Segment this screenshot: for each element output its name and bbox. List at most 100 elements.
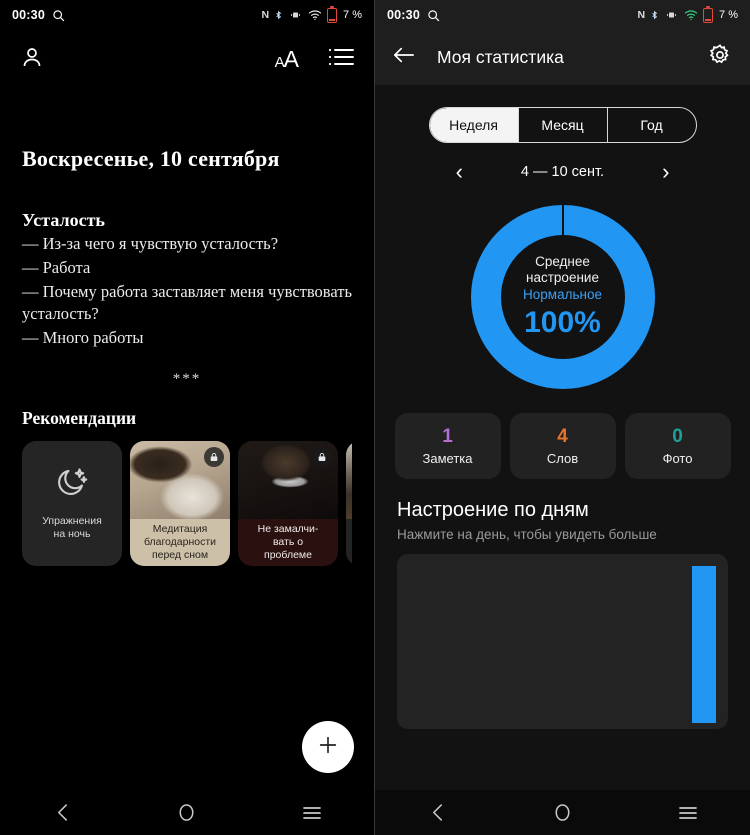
- note-date-title: Воскресенье, 10 сентября: [22, 146, 280, 171]
- stat-card-photos[interactable]: 0 Фото: [624, 413, 731, 479]
- mood-donut-chart[interactable]: Среднее настроение Нормальное 100%: [463, 197, 663, 397]
- battery-low-icon: [703, 5, 714, 23]
- search-icon[interactable]: [52, 9, 65, 22]
- donut-percent-value: 100%: [524, 305, 601, 339]
- moon-sparkle-icon: [55, 465, 89, 504]
- donut-caption-line1: Среднее: [535, 254, 590, 270]
- recommendation-card-exercises[interactable]: Упражнения на ночь: [22, 440, 122, 566]
- recommendation-label-line2: вать о: [272, 535, 304, 548]
- recommendation-label-line2: благодарности: [143, 535, 217, 548]
- chevron-left-icon[interactable]: ‹: [456, 161, 463, 183]
- recommendations-list[interactable]: Упражнения на ночь Медитация благодарнос…: [22, 440, 352, 566]
- note-separator: ***: [172, 370, 202, 387]
- bar-day-10[interactable]: [692, 566, 716, 723]
- recommendation-image-room: [346, 440, 352, 519]
- tab-year[interactable]: Год: [606, 108, 696, 142]
- week-range-label: 4 — 10 сент.: [520, 164, 605, 180]
- bluetooth-icon: [274, 8, 283, 22]
- nav-recents-icon[interactable]: [658, 806, 718, 820]
- right-phone-screen: 00:30 N 7 % Моя статистика Неделя Месяц …: [375, 0, 750, 835]
- tab-week[interactable]: Неделя: [429, 108, 518, 142]
- section-title: Настроение по дням: [397, 499, 589, 521]
- nfc-icon: N: [261, 9, 270, 21]
- note-body-line-1: — Из-за чего я чувствую усталость?: [22, 234, 279, 253]
- stat-label: Слов: [546, 451, 579, 466]
- recommendation-label-line1: Упражнения: [42, 514, 102, 527]
- stats-app-bar: Моя статистика: [375, 30, 750, 85]
- tab-month[interactable]: Месяц: [517, 108, 607, 142]
- status-time: 00:30: [387, 8, 420, 22]
- person-icon[interactable]: [20, 45, 44, 74]
- bluetooth-icon: [650, 8, 659, 22]
- nav-back-icon[interactable]: [32, 803, 92, 822]
- recommendation-label-line3: перед сном: [151, 548, 209, 561]
- recommendation-card-partial[interactable]: Бесп бесо: [346, 440, 352, 566]
- nav-home-icon[interactable]: [157, 803, 217, 822]
- battery-percent: 7 %: [343, 9, 362, 21]
- recommendation-caption: Медитация благодарности перед сном: [130, 518, 230, 566]
- nav-recents-icon[interactable]: [282, 806, 342, 820]
- lock-icon: [204, 446, 224, 467]
- status-bar-right: 00:30 N 7 %: [375, 0, 750, 30]
- stat-label: Фото: [662, 451, 693, 466]
- vibrate-icon: [664, 9, 679, 21]
- nav-back-icon[interactable]: [408, 803, 468, 822]
- stat-label: Заметка: [422, 451, 473, 466]
- left-phone-screen: 00:30 N 7 % A A Воскресенье, 10 сентября…: [0, 0, 375, 835]
- android-nav-bar-right: [375, 790, 750, 835]
- status-time: 00:30: [12, 8, 45, 22]
- recommendation-card-meditation[interactable]: Медитация благодарности перед сном: [130, 440, 230, 566]
- add-entry-fab[interactable]: [302, 721, 354, 773]
- recommendation-label-line1: Медитация: [152, 522, 208, 535]
- left-app-bar: AA: [0, 30, 374, 88]
- recommendation-card-speak-up[interactable]: Не замалчи- вать о проблеме: [238, 440, 338, 566]
- mood-by-days-section: Настроение по дням Нажмите на день, чтоб…: [375, 499, 750, 542]
- note-body-line-2: — Работа: [22, 257, 91, 277]
- battery-low-icon: [327, 5, 338, 23]
- donut-center-text: Среднее настроение Нормальное 100%: [463, 197, 663, 397]
- wifi-icon: [308, 9, 322, 21]
- recommendation-label-line1: Не замалчи-: [257, 522, 319, 535]
- status-bar-left: 00:30 N 7 %: [0, 0, 374, 30]
- recommendation-caption: Не замалчи- вать о проблеме: [238, 518, 338, 566]
- list-menu-icon[interactable]: [328, 47, 354, 72]
- stat-value: 1: [442, 426, 453, 447]
- text-size-icon[interactable]: AA: [274, 45, 299, 73]
- nfc-icon: N: [637, 9, 646, 21]
- week-navigator: ‹ 4 — 10 сент. ›: [418, 161, 708, 183]
- note-content: Воскресенье, 10 сентября Усталость — Из-…: [0, 88, 374, 790]
- nav-home-icon[interactable]: [533, 803, 593, 822]
- stat-card-words[interactable]: 4 Слов: [509, 413, 616, 479]
- text-size-small-a: A: [274, 53, 285, 71]
- lock-icon: [312, 446, 332, 467]
- stat-cards-row: 1 Заметка 4 Слов 0 Фото: [394, 413, 731, 479]
- chevron-right-icon[interactable]: ›: [662, 161, 669, 183]
- donut-caption-line2: настроение: [526, 270, 599, 286]
- gear-icon[interactable]: [708, 43, 732, 72]
- donut-mood-value: Нормальное: [523, 286, 602, 302]
- note-body-line-4: — Много работы: [22, 327, 144, 347]
- stat-card-notes[interactable]: 1 Заметка: [394, 413, 501, 479]
- text-size-large-a: A: [283, 45, 299, 72]
- vibrate-icon: [288, 9, 303, 21]
- note-section-heading: Усталость: [22, 210, 105, 230]
- recommendation-caption: Бесп бесо: [346, 518, 352, 566]
- status-icons-right: N 7 %: [637, 5, 738, 23]
- section-subtitle: Нажмите на день, чтобы увидеть больше: [397, 527, 657, 542]
- arrow-left-icon[interactable]: [393, 46, 415, 69]
- mood-bar-chart[interactable]: [397, 554, 728, 729]
- period-segmented-control[interactable]: Неделя Месяц Год: [428, 107, 697, 143]
- stats-content: Неделя Месяц Год ‹ 4 — 10 сент. › Средне…: [375, 85, 750, 790]
- plus-icon: [317, 734, 339, 761]
- android-nav-bar-left: [0, 790, 374, 835]
- search-icon[interactable]: [427, 9, 440, 22]
- battery-percent: 7 %: [719, 9, 738, 21]
- recommendation-label-line2: на ночь: [53, 528, 91, 541]
- note-body-line-3: — Почему работа заставляет меня чувствов…: [22, 281, 352, 323]
- dual-screenshot-container: 00:30 N 7 % A A Воскресенье, 10 сентября…: [0, 0, 750, 835]
- status-icons-right: N 7 %: [261, 5, 362, 23]
- stat-value: 4: [557, 426, 568, 447]
- recommendation-label-line3: проблеме: [264, 548, 312, 561]
- wifi-icon: [684, 9, 698, 21]
- stat-value: 0: [672, 426, 683, 447]
